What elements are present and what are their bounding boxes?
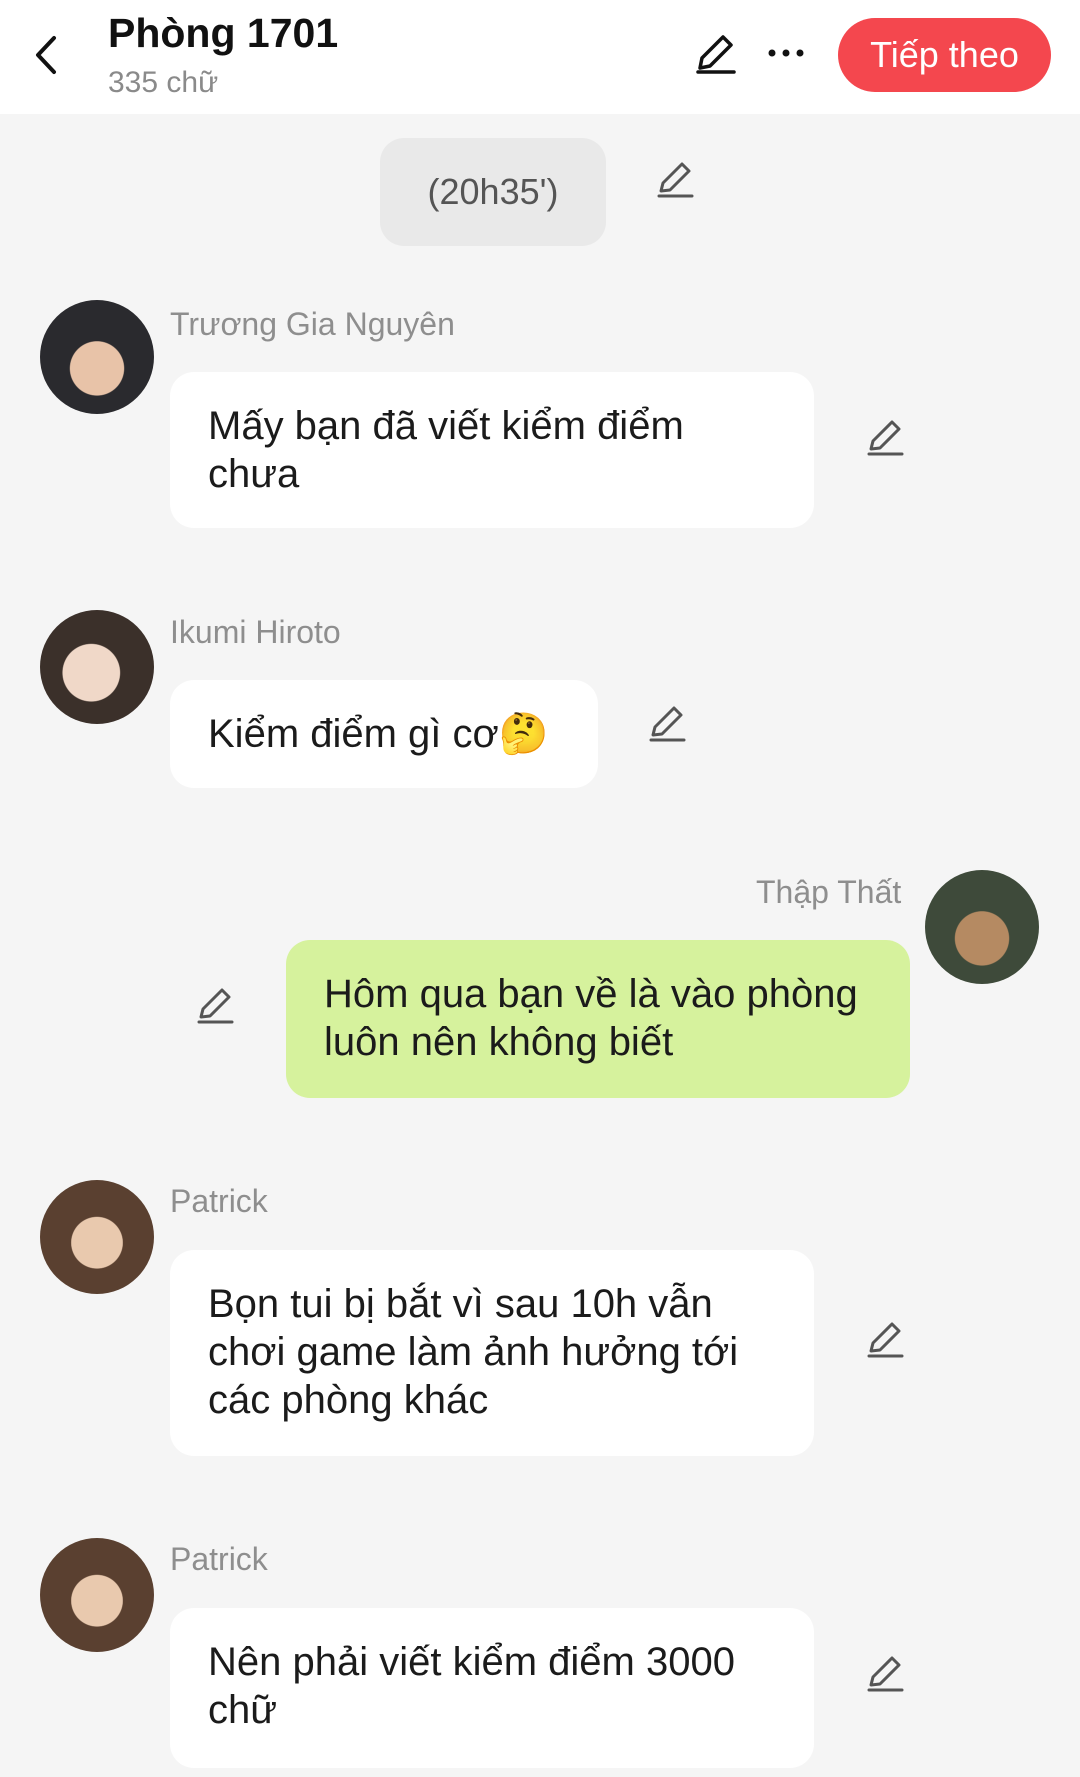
sender-name: Patrick — [170, 1541, 268, 1577]
message-bubble[interactable]: Kiểm điểm gì cơ🤔 — [170, 680, 598, 788]
avatar[interactable] — [40, 610, 154, 724]
pencil-icon[interactable] — [862, 1650, 908, 1696]
sender-name: Thập Thất — [756, 874, 902, 910]
pencil-icon[interactable] — [862, 1316, 908, 1362]
pencil-icon[interactable] — [192, 982, 238, 1028]
back-chevron-icon[interactable] — [26, 30, 66, 80]
page-title: Phòng 1701 — [108, 10, 339, 56]
avatar[interactable] — [40, 1180, 154, 1294]
pencil-icon[interactable] — [652, 156, 698, 202]
pencil-icon[interactable] — [644, 700, 690, 746]
pencil-icon[interactable] — [862, 414, 908, 460]
ellipsis-icon[interactable] — [766, 28, 806, 78]
sender-name: Trương Gia Nguyên — [170, 306, 455, 342]
timestamp-pill[interactable]: (20h35') — [380, 138, 606, 246]
message-bubble[interactable]: Bọn tui bị bắt vì sau 10h vẫn chơi game … — [170, 1250, 814, 1456]
top-bar: Phòng 1701 335 chữ Tiếp theo — [0, 0, 1080, 114]
avatar[interactable] — [925, 870, 1039, 984]
message-text: Kiểm điểm gì cơ — [208, 712, 499, 756]
avatar[interactable] — [40, 1538, 154, 1652]
message-bubble[interactable]: Nên phải viết kiểm điểm 3000 chữ — [170, 1608, 814, 1768]
word-count: 335 chữ — [108, 66, 219, 99]
thinking-face-emoji: 🤔 — [498, 712, 549, 756]
next-button[interactable]: Tiếp theo — [838, 18, 1051, 92]
message-bubble[interactable]: Hôm qua bạn về là vào phòng luôn nên khô… — [286, 940, 910, 1098]
message-bubble[interactable]: Mấy bạn đã viết kiểm điểm chưa — [170, 372, 814, 528]
sender-name: Ikumi Hiroto — [170, 614, 341, 650]
sender-name: Patrick — [170, 1183, 268, 1219]
avatar[interactable] — [40, 300, 154, 414]
pencil-icon[interactable] — [690, 28, 740, 78]
